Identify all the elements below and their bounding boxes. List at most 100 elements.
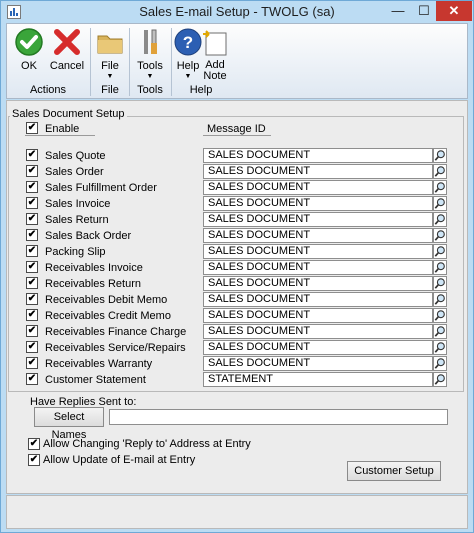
ok-check-icon xyxy=(15,28,43,56)
magnifier-icon xyxy=(434,230,445,241)
lookup-button[interactable] xyxy=(433,340,447,355)
row-enable-checkbox[interactable] xyxy=(26,341,38,353)
row-message-id-field[interactable]: SALES DOCUMENT xyxy=(203,340,433,355)
row-message-id-field[interactable]: SALES DOCUMENT xyxy=(203,292,433,307)
row-enable-checkbox[interactable] xyxy=(26,149,38,161)
magnifier-icon xyxy=(434,358,445,369)
lookup-button[interactable] xyxy=(433,180,447,195)
lookup-button[interactable] xyxy=(433,148,447,163)
row-document-label: Customer Statement xyxy=(45,374,146,386)
row-document-label: Receivables Invoice xyxy=(45,262,143,274)
row-enable-checkbox[interactable] xyxy=(26,325,38,337)
maximize-button[interactable]: ☐ xyxy=(411,1,437,21)
lookup-button[interactable] xyxy=(433,372,447,387)
help-icon: ? xyxy=(174,28,202,56)
row-enable-checkbox[interactable] xyxy=(26,373,38,385)
lookup-button[interactable] xyxy=(433,260,447,275)
magnifier-icon xyxy=(434,278,445,289)
replies-to-field[interactable] xyxy=(109,409,448,425)
cancel-button[interactable]: Cancel xyxy=(47,27,87,83)
lookup-button[interactable] xyxy=(433,244,447,259)
row-enable-checkbox[interactable] xyxy=(26,213,38,225)
add-note-icon xyxy=(203,30,227,56)
magnifier-icon xyxy=(434,262,445,273)
toolbar-separator xyxy=(171,28,172,96)
lookup-button[interactable] xyxy=(433,356,447,371)
minimize-button[interactable]: — xyxy=(385,1,411,21)
row-message-id-field[interactable]: SALES DOCUMENT xyxy=(203,148,433,163)
allow-email-update-checkbox[interactable] xyxy=(28,454,40,466)
magnifier-icon xyxy=(434,342,445,353)
row-message-id-field[interactable]: SALES DOCUMENT xyxy=(203,276,433,291)
enable-header-underline xyxy=(25,135,95,136)
add-note-label: Add Note xyxy=(203,59,227,82)
row-enable-checkbox[interactable] xyxy=(26,181,38,193)
ok-label: OK xyxy=(21,60,37,72)
sales-document-setup-title: Sales Document Setup xyxy=(10,108,127,120)
message-id-header-underline xyxy=(203,135,271,136)
row-enable-checkbox[interactable] xyxy=(26,245,38,257)
row-enable-checkbox[interactable] xyxy=(26,165,38,177)
row-message-id-field[interactable]: SALES DOCUMENT xyxy=(203,308,433,323)
row-enable-checkbox[interactable] xyxy=(26,357,38,369)
row-document-label: Sales Fulfillment Order xyxy=(45,182,157,194)
row-document-label: Sales Order xyxy=(45,166,104,178)
select-names-button[interactable]: Select Names xyxy=(34,407,104,441)
toolbar-separator xyxy=(129,28,130,96)
row-enable-checkbox[interactable] xyxy=(26,261,38,273)
row-message-id-field[interactable]: STATEMENT xyxy=(203,372,433,387)
lookup-button[interactable] xyxy=(433,324,447,339)
lookup-button[interactable] xyxy=(433,228,447,243)
magnifier-icon xyxy=(434,326,445,337)
row-document-label: Receivables Return xyxy=(45,278,141,290)
title-bar: Sales E-mail Setup - TWOLG (sa) — ☐ ✕ xyxy=(1,1,473,23)
row-document-label: Sales Back Order xyxy=(45,230,132,242)
magnifier-icon xyxy=(434,310,445,321)
row-message-id-field[interactable]: SALES DOCUMENT xyxy=(203,196,433,211)
row-enable-checkbox[interactable] xyxy=(26,277,38,289)
magnifier-icon xyxy=(434,246,445,257)
row-message-id-field[interactable]: SALES DOCUMENT xyxy=(203,356,433,371)
tools-group-label: Tools xyxy=(137,84,163,96)
help-label: Help xyxy=(176,60,200,72)
row-message-id-field[interactable]: SALES DOCUMENT xyxy=(203,260,433,275)
row-enable-checkbox[interactable] xyxy=(26,293,38,305)
lookup-button[interactable] xyxy=(433,212,447,227)
file-group-label: File xyxy=(101,84,119,96)
enable-header: Enable xyxy=(45,123,80,135)
lookup-button[interactable] xyxy=(433,308,447,323)
ok-button[interactable]: OK xyxy=(11,27,47,83)
lookup-button[interactable] xyxy=(433,164,447,179)
close-button[interactable]: ✕ xyxy=(436,1,472,21)
file-menu-button[interactable]: File ▼ xyxy=(93,27,127,83)
tools-menu-button[interactable]: Tools ▼ xyxy=(131,27,169,83)
row-enable-checkbox[interactable] xyxy=(26,197,38,209)
magnifier-icon xyxy=(434,214,445,225)
row-message-id-field[interactable]: SALES DOCUMENT xyxy=(203,228,433,243)
customer-setup-button[interactable]: Customer Setup xyxy=(347,461,441,481)
lookup-button[interactable] xyxy=(433,292,447,307)
row-enable-checkbox[interactable] xyxy=(26,309,38,321)
toolbar: OK Cancel File ▼ Tools ▼ ? Help ▼ Add No… xyxy=(6,23,468,99)
add-note-button[interactable]: Add Note xyxy=(201,27,229,83)
row-enable-checkbox[interactable] xyxy=(26,229,38,241)
folder-icon xyxy=(97,35,123,54)
row-document-label: Sales Invoice xyxy=(45,198,111,210)
lookup-button[interactable] xyxy=(433,276,447,291)
lookup-button[interactable] xyxy=(433,196,447,211)
footer-panel xyxy=(6,495,468,529)
help-menu-button[interactable]: ? Help ▼ xyxy=(173,27,203,83)
row-document-label: Sales Return xyxy=(45,214,109,226)
row-message-id-field[interactable]: SALES DOCUMENT xyxy=(203,324,433,339)
file-dropdown-arrow: ▼ xyxy=(106,73,114,80)
enable-all-checkbox[interactable] xyxy=(26,122,38,134)
tools-icon xyxy=(144,29,157,54)
row-message-id-field[interactable]: SALES DOCUMENT xyxy=(203,164,433,179)
row-message-id-field[interactable]: SALES DOCUMENT xyxy=(203,244,433,259)
row-document-label: Receivables Debit Memo xyxy=(45,294,168,306)
message-id-header: Message ID xyxy=(207,123,266,135)
magnifier-icon xyxy=(434,374,445,385)
row-message-id-field[interactable]: SALES DOCUMENT xyxy=(203,212,433,227)
allow-reply-to-checkbox[interactable] xyxy=(28,438,40,450)
row-message-id-field[interactable]: SALES DOCUMENT xyxy=(203,180,433,195)
